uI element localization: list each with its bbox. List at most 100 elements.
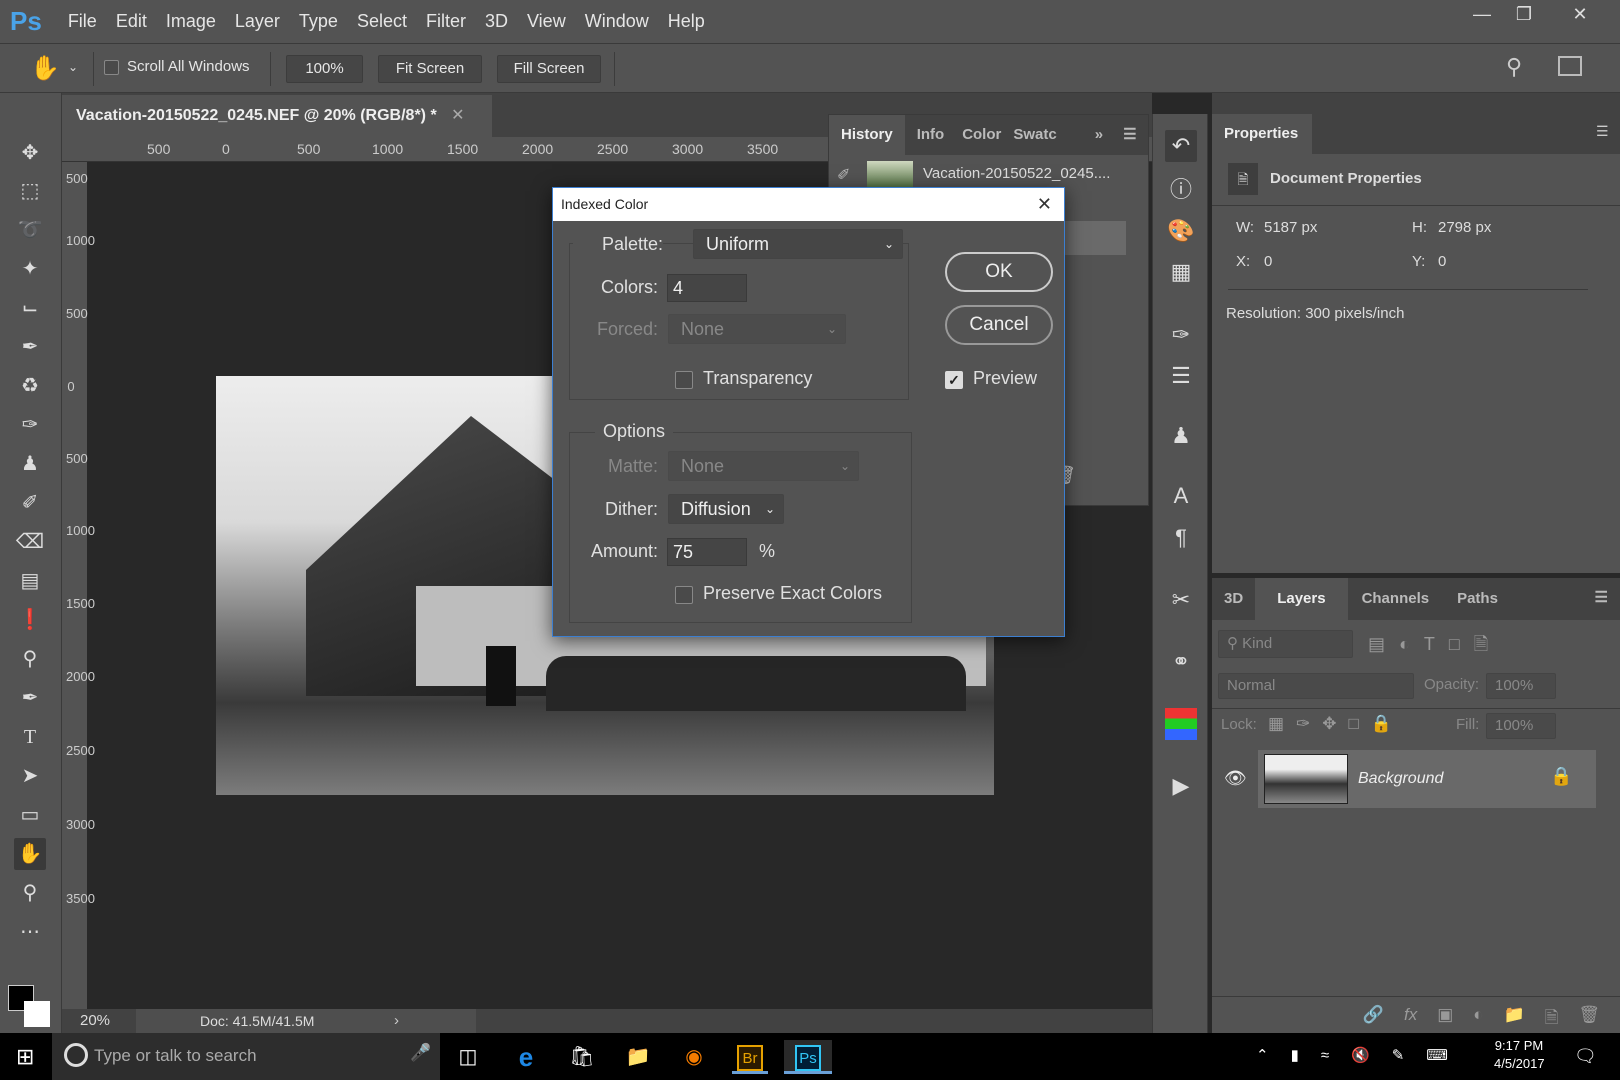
lock-icons[interactable]: ▦✑✥□🔒: [1268, 714, 1404, 734]
zoom-tool-icon[interactable]: ⚲: [14, 877, 46, 909]
more-tabs-icon[interactable]: »: [1083, 115, 1115, 155]
menu-layer[interactable]: Layer: [235, 11, 280, 32]
swatches-panel-icon[interactable]: ▦: [1165, 256, 1197, 288]
colors-input[interactable]: 4: [667, 274, 747, 302]
blur-tool-icon[interactable]: ❗: [14, 604, 46, 636]
gradient-tool-icon[interactable]: ▤: [14, 565, 46, 597]
opacity-input[interactable]: 100%: [1486, 673, 1556, 699]
workspace-icon[interactable]: [1558, 56, 1582, 76]
tab-paths[interactable]: Paths: [1443, 578, 1512, 620]
history-brush-source-icon[interactable]: ✐: [837, 165, 850, 185]
edge-icon[interactable]: e: [508, 1040, 544, 1074]
system-tray-icons[interactable]: ⌃▮≈🔇✎⌨: [1256, 1046, 1470, 1064]
color-lookup-icon[interactable]: [1165, 708, 1197, 740]
move-tool-icon[interactable]: ✥: [14, 137, 46, 169]
panel-menu-icon[interactable]: ☰: [1596, 123, 1609, 140]
tool-presets-icon[interactable]: ✂: [1165, 584, 1197, 616]
store-icon[interactable]: 🛍: [564, 1040, 600, 1074]
clone-source-icon[interactable]: ♟: [1165, 420, 1197, 452]
brushes-panel-icon[interactable]: ✑: [1165, 319, 1197, 351]
scroll-all-windows-checkbox[interactable]: [104, 60, 119, 75]
photoshop-app-button[interactable]: Ps: [784, 1040, 832, 1074]
document-tab[interactable]: Vacation-20150522_0245.NEF @ 20% (RGB/8*…: [62, 95, 492, 137]
minimize-button[interactable]: —: [1462, 4, 1502, 28]
close-document-icon[interactable]: ✕: [451, 107, 464, 124]
preserve-exact-colors-checkbox[interactable]: [675, 586, 693, 604]
rectangle-tool-icon[interactable]: ▭: [14, 799, 46, 831]
menu-window[interactable]: Window: [585, 11, 649, 32]
path-selection-icon[interactable]: ➤: [14, 760, 46, 792]
type-tool-icon[interactable]: T: [14, 721, 46, 753]
layer-filter-select[interactable]: ⚲ Kind: [1218, 630, 1353, 658]
tab-properties[interactable]: Properties: [1212, 114, 1312, 154]
background-color-swatch[interactable]: [24, 1001, 50, 1027]
eyedropper-icon[interactable]: ✒: [14, 331, 46, 363]
restore-button[interactable]: ❐: [1504, 4, 1544, 28]
microphone-icon[interactable]: 🎤: [410, 1043, 431, 1063]
color-panel-icon[interactable]: 🎨: [1165, 215, 1197, 247]
tab-layers[interactable]: Layers: [1255, 578, 1348, 620]
hand-tool-icon[interactable]: ✋: [14, 838, 46, 870]
close-icon[interactable]: ✕: [1037, 188, 1052, 221]
tab-info[interactable]: Info: [905, 115, 957, 155]
history-snapshot[interactable]: Vacation-20150522_0245....: [923, 165, 1110, 182]
ok-button[interactable]: OK: [945, 252, 1053, 292]
history-panel-icon[interactable]: ↶: [1165, 130, 1197, 162]
clock[interactable]: 9:17 PM 4/5/2017: [1494, 1038, 1545, 1071]
info-panel-icon[interactable]: ⓘ: [1165, 174, 1197, 206]
forced-select[interactable]: None ⌄: [668, 314, 846, 344]
delete-layer-icon[interactable]: 🗑: [1578, 1005, 1600, 1025]
actions-play-icon[interactable]: ▶: [1165, 770, 1197, 802]
palette-select[interactable]: Uniform ⌄: [693, 229, 903, 259]
menu-edit[interactable]: Edit: [116, 11, 147, 32]
dither-select[interactable]: Diffusion ⌄: [668, 494, 784, 524]
character-panel-icon[interactable]: A: [1165, 480, 1197, 512]
menu-type[interactable]: Type: [299, 11, 338, 32]
pen-tool-icon[interactable]: ✒: [14, 682, 46, 714]
eraser-icon[interactable]: ⌫: [14, 526, 46, 558]
search-icon[interactable]: ⚲: [1506, 54, 1522, 80]
taskbar-search[interactable]: Type or talk to search 🎤: [52, 1033, 440, 1080]
task-view-icon[interactable]: ◫: [450, 1040, 486, 1074]
menu-view[interactable]: View: [527, 11, 566, 32]
eye-icon[interactable]: 👁: [1224, 768, 1247, 789]
menu-image[interactable]: Image: [166, 11, 216, 32]
fit-screen-button[interactable]: Fit Screen: [378, 55, 482, 83]
zoom-100-button[interactable]: 100%: [286, 55, 363, 83]
brush-tool-icon[interactable]: ✑: [14, 409, 46, 441]
more-tools-icon[interactable]: ⋯: [14, 916, 46, 948]
width-value[interactable]: 5187 px: [1264, 219, 1317, 236]
tab-channels[interactable]: Channels: [1348, 578, 1444, 620]
menu-select[interactable]: Select: [357, 11, 407, 32]
x-value[interactable]: 0: [1264, 253, 1272, 270]
layer-filter-icons[interactable]: ▤◐T□🗎: [1368, 632, 1502, 662]
action-center-icon[interactable]: 🗨: [1574, 1046, 1597, 1067]
file-explorer-icon[interactable]: 📁: [620, 1040, 656, 1074]
menu-3d[interactable]: 3D: [485, 11, 508, 32]
menu-filter[interactable]: Filter: [426, 11, 466, 32]
magic-wand-icon[interactable]: ✦: [14, 253, 46, 285]
paragraph-panel-icon[interactable]: ¶: [1165, 522, 1197, 554]
status-menu-arrow-icon[interactable]: ›: [394, 1012, 399, 1029]
history-brush-icon[interactable]: ✐: [14, 487, 46, 519]
dodge-tool-icon[interactable]: ⚲: [14, 643, 46, 675]
menu-help[interactable]: Help: [668, 11, 705, 32]
menu-file[interactable]: File: [68, 11, 97, 32]
fill-input[interactable]: 100%: [1486, 713, 1556, 739]
tab-3d[interactable]: 3D: [1212, 578, 1255, 620]
tool-preset-chevron-icon[interactable]: ⌄: [68, 60, 78, 74]
tab-history[interactable]: History: [829, 115, 905, 155]
healing-brush-icon[interactable]: ♻: [14, 370, 46, 402]
new-group-icon[interactable]: 📁: [1504, 1005, 1525, 1025]
adjustment-layer-icon[interactable]: ◐: [1473, 1005, 1483, 1025]
new-layer-icon[interactable]: 🗎: [1545, 1005, 1559, 1027]
height-value[interactable]: 2798 px: [1438, 219, 1491, 236]
stamp-tool-icon[interactable]: ♟: [14, 448, 46, 480]
tab-swatches[interactable]: Swatc: [1007, 115, 1062, 155]
close-window-button[interactable]: ✕: [1560, 4, 1600, 28]
panel-menu-icon[interactable]: ☰: [1115, 115, 1144, 155]
layer-row[interactable]: Background 🔒: [1258, 750, 1596, 808]
y-value[interactable]: 0: [1438, 253, 1446, 270]
cancel-button[interactable]: Cancel: [945, 305, 1053, 345]
tab-color[interactable]: Color: [956, 115, 1007, 155]
